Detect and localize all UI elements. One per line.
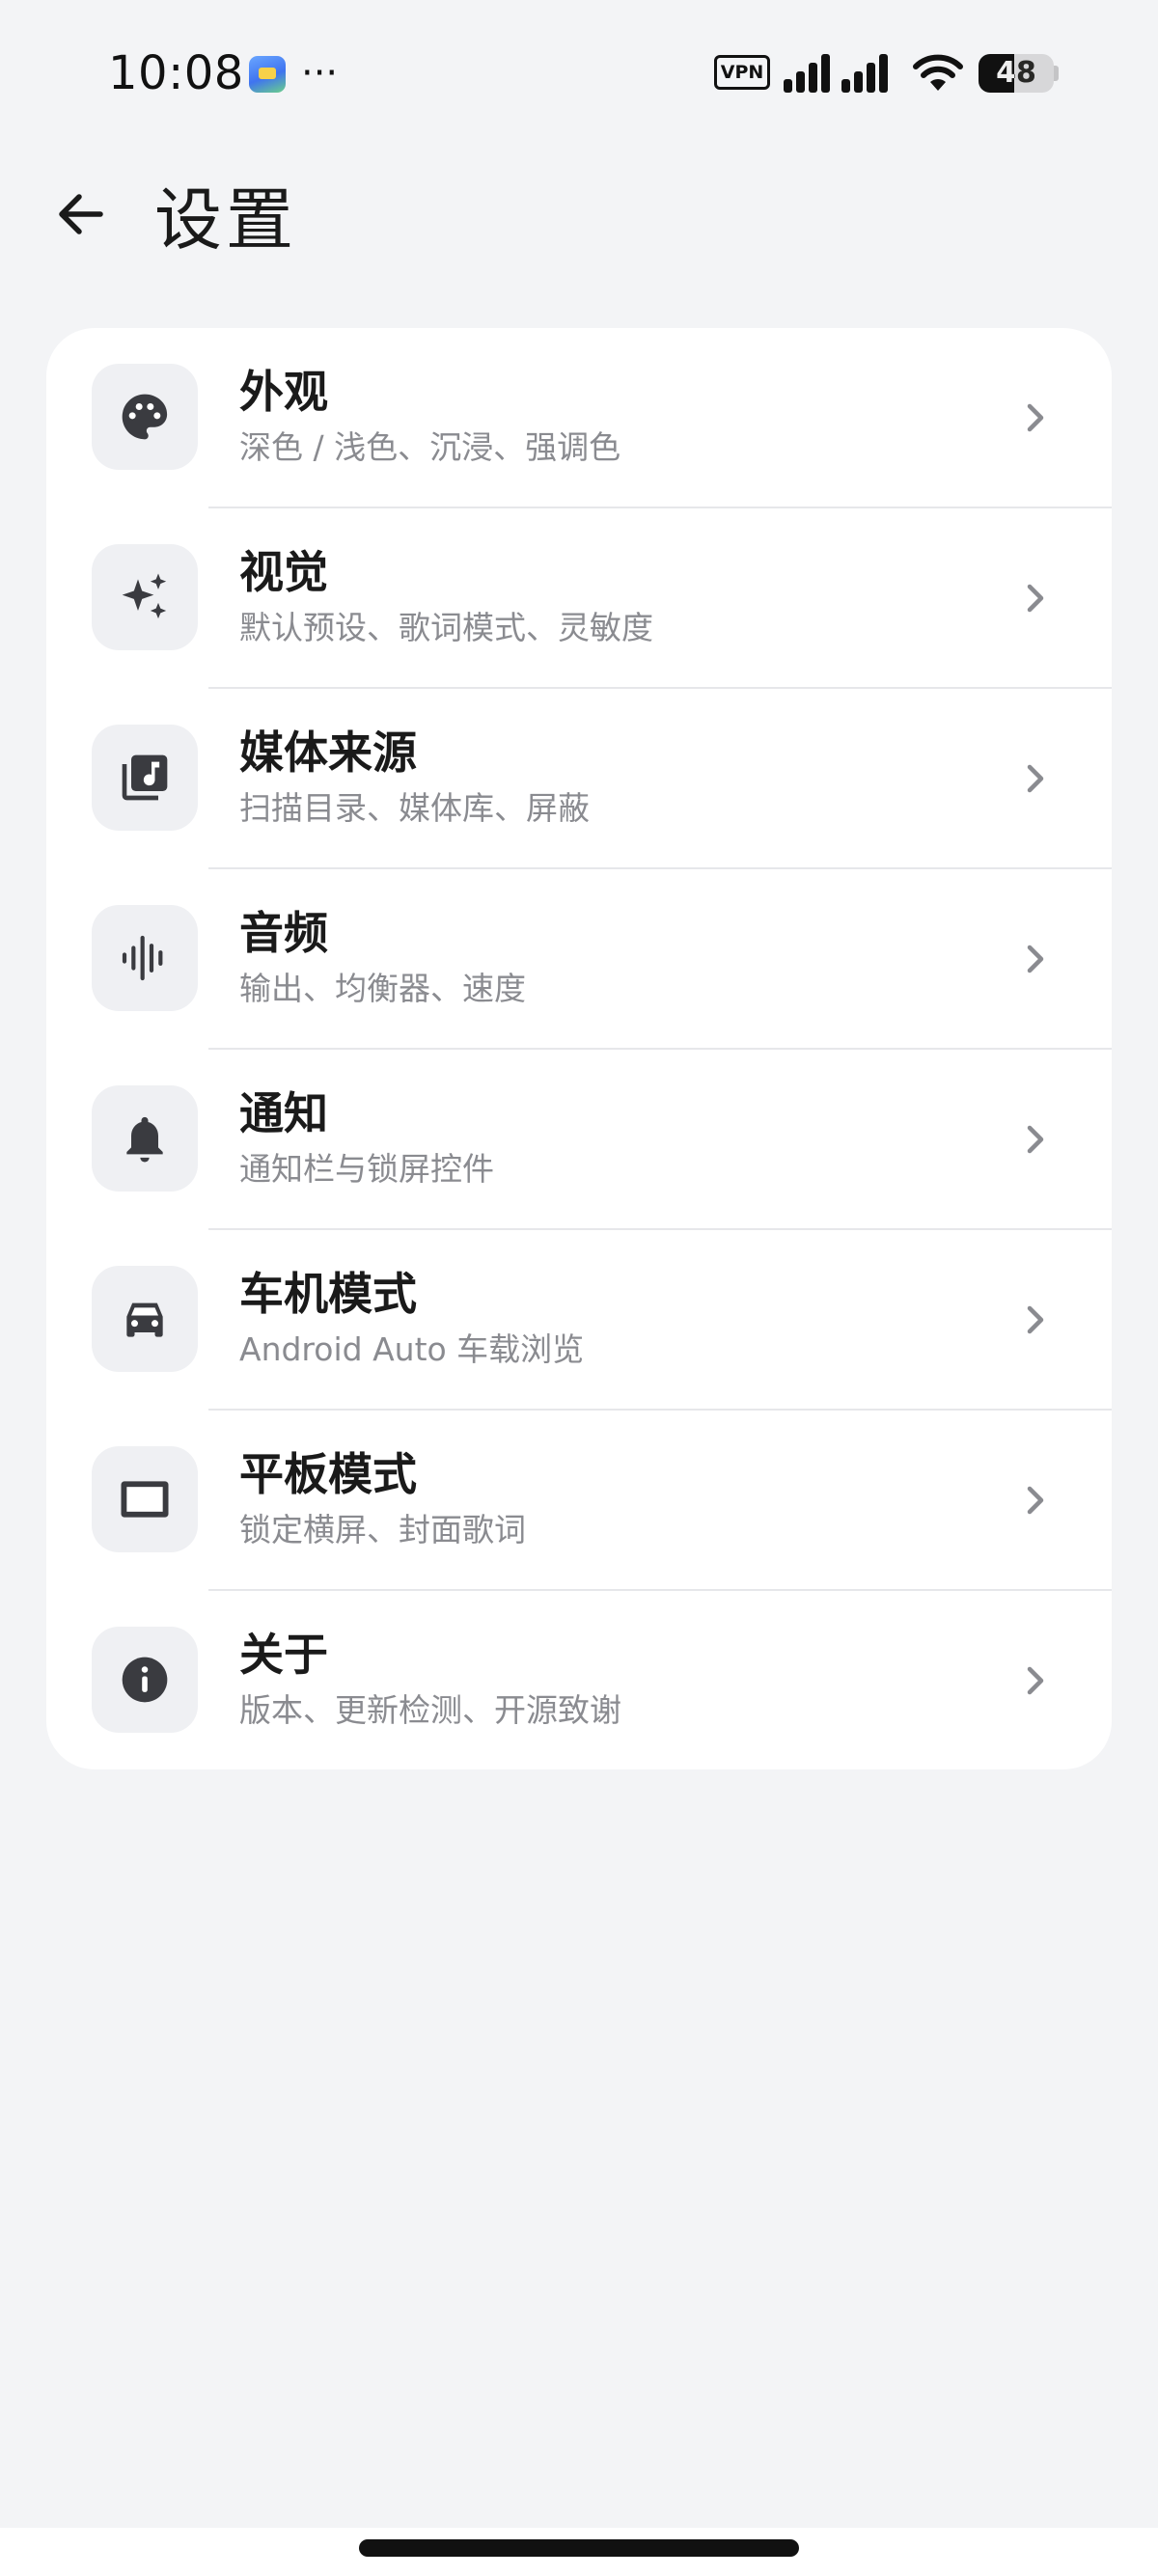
chevron-right-icon <box>1015 579 1054 617</box>
settings-item-visual[interactable]: 视觉 默认预设、歌词模式、灵敏度 <box>46 508 1112 689</box>
settings-item-icon-box <box>92 1627 198 1733</box>
settings-item-title: 视觉 <box>239 546 328 598</box>
bell-icon <box>126 1116 163 1163</box>
battery-tip <box>1054 66 1059 81</box>
wifi-icon <box>913 54 963 91</box>
chevron-right-icon <box>1015 1481 1054 1520</box>
home-indicator[interactable] <box>359 2539 799 2557</box>
app-notification-icon <box>249 56 286 93</box>
settings-item-title: 通知 <box>239 1087 328 1139</box>
settings-item-media-sources[interactable]: 媒体来源 扫描目录、媒体库、屏蔽 <box>46 689 1112 869</box>
back-button[interactable] <box>42 176 120 253</box>
chevron-right-icon <box>1015 1661 1054 1700</box>
settings-item-icon-box <box>92 1085 198 1192</box>
settings-item-title: 音频 <box>239 907 328 959</box>
car-icon <box>126 1302 163 1337</box>
app-bar: 设置 <box>0 154 1158 280</box>
settings-item-appearance[interactable]: 外观 深色 / 浅色、沉浸、强调色 <box>46 328 1112 508</box>
settings-item-icon-box <box>92 1266 198 1372</box>
settings-item-audio[interactable]: 音频 输出、均衡器、速度 <box>46 869 1112 1050</box>
sparkles-icon <box>122 573 167 619</box>
settings-item-title: 平板模式 <box>239 1448 417 1500</box>
info-icon <box>122 1657 168 1703</box>
chevron-right-icon <box>1015 1301 1054 1339</box>
settings-item-subtitle: 默认预设、歌词模式、灵敏度 <box>239 609 653 646</box>
page-title: 设置 <box>154 180 297 260</box>
battery-icon: 48 <box>979 54 1054 93</box>
settings-item-tablet-mode[interactable]: 平板模式 锁定横屏、封面歌词 <box>46 1411 1112 1591</box>
vpn-icon: VPN <box>714 55 770 90</box>
music-library-icon <box>122 754 168 801</box>
settings-item-subtitle: 深色 / 浅色、沉浸、强调色 <box>239 428 621 466</box>
settings-item-title: 媒体来源 <box>239 726 417 779</box>
settings-item-subtitle: 通知栏与锁屏控件 <box>239 1150 494 1188</box>
chevron-right-icon <box>1015 1120 1054 1159</box>
more-notifications-indicator: ··· <box>301 51 339 96</box>
chevron-right-icon <box>1015 759 1054 798</box>
settings-item-icon-box <box>92 1446 198 1552</box>
settings-item-subtitle: Android Auto 车载浏览 <box>239 1330 585 1368</box>
settings-item-title: 关于 <box>239 1629 328 1681</box>
settings-item-about[interactable]: 关于 版本、更新检测、开源致谢 <box>46 1591 1112 1769</box>
settings-item-subtitle: 锁定横屏、封面歌词 <box>239 1511 526 1548</box>
settings-list: 外观 深色 / 浅色、沉浸、强调色 视觉 默认预设、歌词模式、灵敏度 媒体来源 … <box>46 328 1112 1769</box>
chevron-right-icon <box>1015 398 1054 437</box>
settings-item-title: 车机模式 <box>239 1268 417 1320</box>
palette-icon <box>122 394 168 440</box>
arrow-left-icon <box>59 194 103 234</box>
settings-item-icon-box <box>92 544 198 650</box>
status-bar: 10:08 ··· VPN 48 <box>0 0 1158 145</box>
settings-item-car-mode[interactable]: 车机模式 Android Auto 车载浏览 <box>46 1230 1112 1411</box>
settings-item-icon-box <box>92 905 198 1011</box>
settings-item-icon-box <box>92 725 198 831</box>
battery-level: 48 <box>996 56 1036 90</box>
settings-item-subtitle: 版本、更新检测、开源致谢 <box>239 1691 621 1729</box>
chevron-right-icon <box>1015 940 1054 978</box>
settings-item-subtitle: 输出、均衡器、速度 <box>239 970 526 1007</box>
signal-icon <box>784 54 888 93</box>
tablet-icon <box>121 1481 169 1518</box>
status-time: 10:08 <box>108 46 244 100</box>
waveform-icon <box>122 935 163 981</box>
settings-item-notifications[interactable]: 通知 通知栏与锁屏控件 <box>46 1050 1112 1230</box>
settings-item-subtitle: 扫描目录、媒体库、屏蔽 <box>239 789 590 827</box>
settings-item-title: 外观 <box>239 366 328 418</box>
settings-item-icon-box <box>92 364 198 470</box>
